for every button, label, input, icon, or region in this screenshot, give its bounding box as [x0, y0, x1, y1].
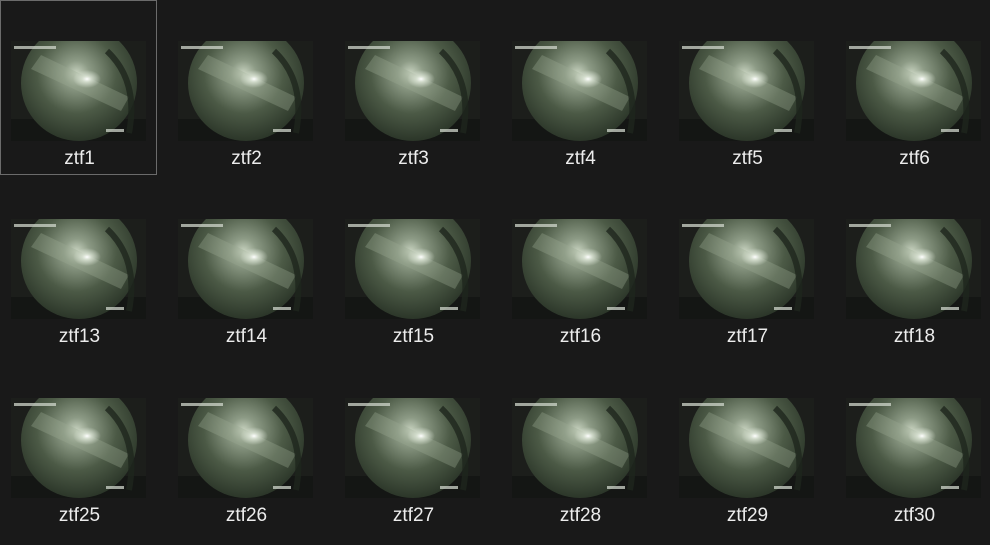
file-tile[interactable]: ztf6: [835, 0, 990, 175]
file-tile[interactable]: ztf26: [167, 357, 324, 532]
file-name-label: ztf28: [559, 505, 602, 526]
file-tile[interactable]: ztf18: [835, 178, 990, 353]
file-name-label: ztf1: [64, 148, 95, 169]
file-tile[interactable]: ztf3: [334, 0, 491, 175]
file-thumbnail-image: [345, 219, 480, 319]
file-thumbnail-image: [178, 41, 313, 141]
file-tile[interactable]: ztf5: [668, 0, 825, 175]
file-name-label: ztf3: [398, 148, 429, 169]
file-thumbnail-image: [846, 219, 981, 319]
file-tile[interactable]: ztf17: [668, 178, 825, 353]
file-thumbnail-image: [11, 398, 146, 498]
file-name-label: ztf18: [893, 326, 936, 347]
file-thumbnail-image: [846, 41, 981, 141]
file-tile[interactable]: ztf29: [668, 357, 825, 532]
file-tile[interactable]: ztf13: [0, 178, 157, 353]
file-name-label: ztf6: [899, 148, 930, 169]
file-thumbnail-image: [679, 398, 814, 498]
file-tile[interactable]: ztf27: [334, 357, 491, 532]
file-thumbnail-image: [178, 219, 313, 319]
file-tile[interactable]: ztf4: [501, 0, 658, 175]
file-name-label: ztf16: [559, 326, 602, 347]
file-name-label: ztf4: [565, 148, 596, 169]
file-name-label: ztf27: [392, 505, 435, 526]
file-thumbnail-image: [679, 41, 814, 141]
file-thumbnail-image: [846, 398, 981, 498]
file-name-label: ztf14: [225, 326, 268, 347]
file-thumbnail-image: [345, 398, 480, 498]
file-tile[interactable]: ztf14: [167, 178, 324, 353]
file-tile[interactable]: ztf30: [835, 357, 990, 532]
file-tile[interactable]: ztf16: [501, 178, 658, 353]
file-tile[interactable]: ztf1: [0, 0, 157, 175]
file-tile[interactable]: ztf25: [0, 357, 157, 532]
file-name-label: ztf25: [58, 505, 101, 526]
file-tile[interactable]: ztf2: [167, 0, 324, 175]
file-thumbnail-image: [512, 219, 647, 319]
file-thumbnail-grid: ztf1 ztf2 ztf3 ztf4 ztf5 ztf6 ztf13 ztf14 ztf15 z…: [0, 0, 990, 545]
file-name-label: ztf15: [392, 326, 435, 347]
file-thumbnail-image: [512, 398, 647, 498]
file-name-label: ztf5: [732, 148, 763, 169]
file-thumbnail-image: [512, 41, 647, 141]
file-thumbnail-image: [11, 219, 146, 319]
file-name-label: ztf29: [726, 505, 769, 526]
file-thumbnail-image: [11, 41, 146, 141]
file-tile[interactable]: ztf15: [334, 178, 491, 353]
file-name-label: ztf30: [893, 505, 936, 526]
file-name-label: ztf17: [726, 326, 769, 347]
file-name-label: ztf2: [231, 148, 262, 169]
file-thumbnail-image: [178, 398, 313, 498]
file-thumbnail-image: [345, 41, 480, 141]
file-name-label: ztf26: [225, 505, 268, 526]
file-thumbnail-image: [679, 219, 814, 319]
file-name-label: ztf13: [58, 326, 101, 347]
file-tile[interactable]: ztf28: [501, 357, 658, 532]
